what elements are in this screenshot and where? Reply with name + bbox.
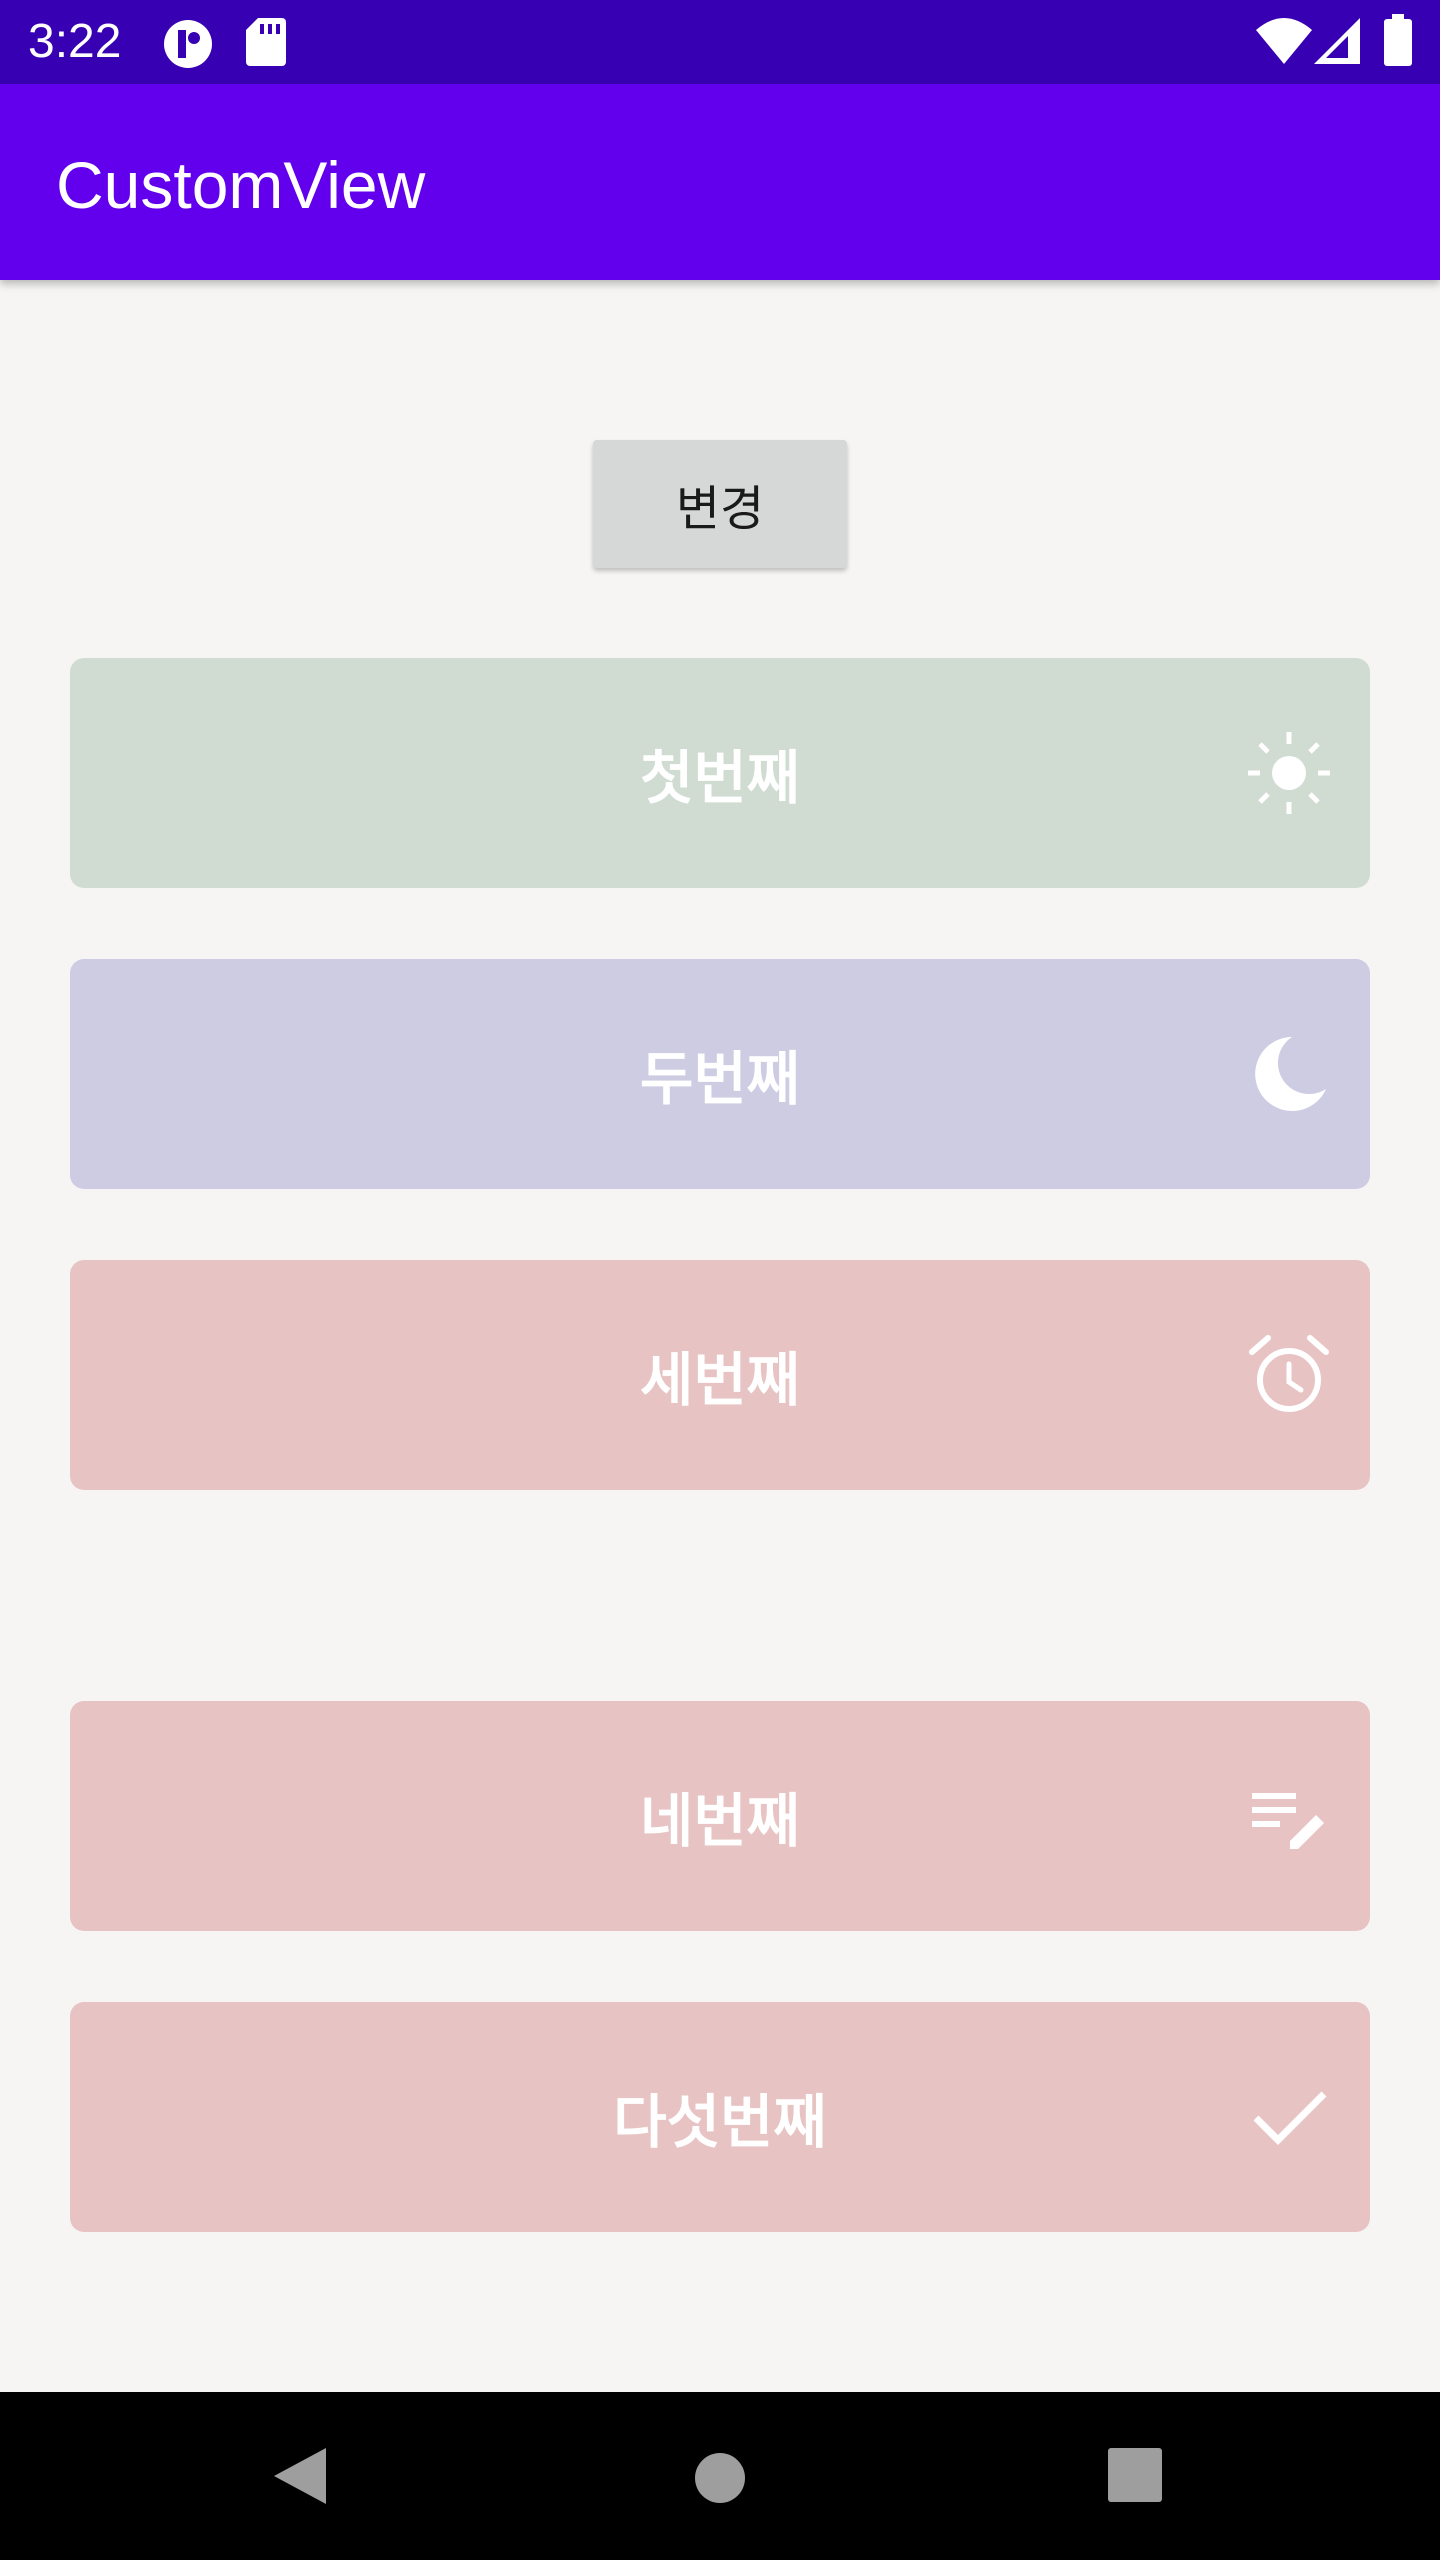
- card-label: 네번째: [639, 1787, 801, 1855]
- change-button[interactable]: 변경: [593, 440, 847, 568]
- edit-note-icon: [1252, 1793, 1324, 1849]
- status-time: 3:22: [28, 15, 122, 68]
- check-icon: [1253, 2091, 1327, 2145]
- recents-icon[interactable]: [1108, 2448, 1162, 2502]
- card-label: 두번째: [639, 1045, 801, 1113]
- home-icon[interactable]: [694, 2452, 746, 2504]
- wifi-icon: [1256, 18, 1312, 64]
- card-first[interactable]: 첫번째: [70, 658, 1370, 888]
- app-title: CustomView: [56, 148, 426, 222]
- back-icon[interactable]: [272, 2446, 328, 2506]
- card-label: 첫번째: [639, 744, 801, 812]
- cellular-signal-icon: [1314, 18, 1360, 64]
- alarm-icon: [1249, 1335, 1329, 1412]
- card-label: 세번째: [639, 1346, 801, 1414]
- notification-app-icon: [164, 20, 212, 68]
- card-label: 다섯번째: [613, 2088, 827, 2156]
- screen: 3:22 CustomView 변경 첫번째 두번째 세번째 네번째 다섯번째: [0, 0, 1440, 2560]
- battery-icon: [1384, 14, 1412, 66]
- moon-icon: [1255, 1037, 1326, 1111]
- status-bar: 3:22: [0, 0, 1440, 84]
- navigation-bar: [0, 2392, 1440, 2560]
- card-second[interactable]: 두번째: [70, 959, 1370, 1189]
- card-third[interactable]: 세번째: [70, 1260, 1370, 1490]
- sd-card-icon: [246, 18, 286, 66]
- card-fourth[interactable]: 네번째: [70, 1701, 1370, 1931]
- card-fifth[interactable]: 다섯번째: [70, 2002, 1370, 2232]
- sun-icon: [1248, 732, 1330, 814]
